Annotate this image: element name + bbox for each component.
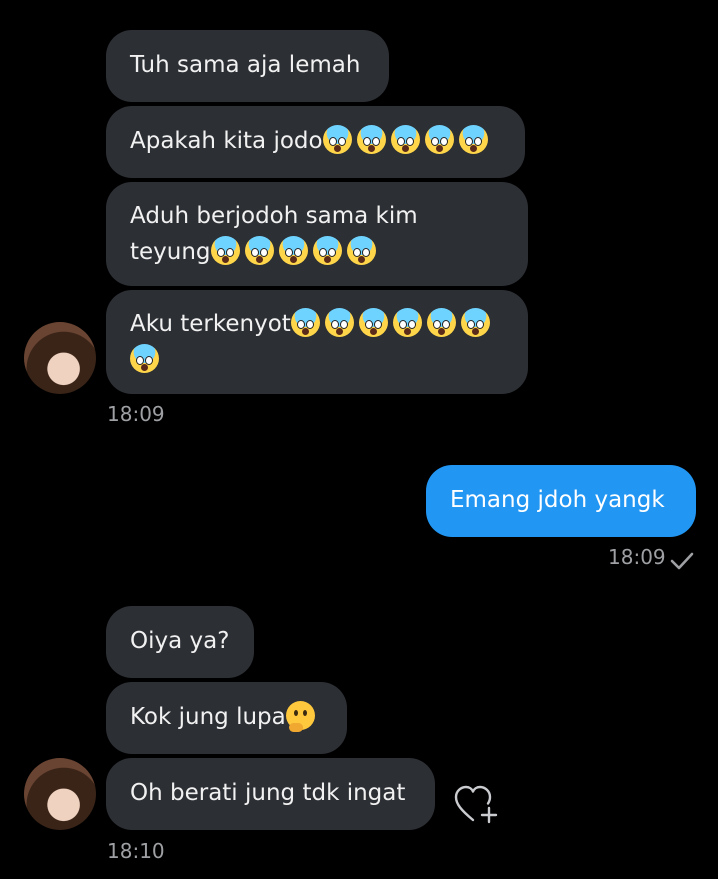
- message-timestamp: 18:10: [107, 839, 165, 863]
- thinking-emoji-icon: [285, 701, 315, 732]
- received-message[interactable]: Apakah kita jodo: [106, 106, 525, 178]
- scream-emoji-icon: [346, 236, 376, 265]
- message-text-line: Aduh berjodoh sama kim: [130, 203, 418, 229]
- contact-avatar[interactable]: [24, 758, 96, 830]
- received-message[interactable]: Aduh berjodoh sama kim teyung: [106, 182, 528, 286]
- scream-emoji-icon: [358, 308, 388, 337]
- check-icon: [670, 552, 694, 570]
- contact-avatar[interactable]: [24, 322, 96, 394]
- scream-emoji-icon: [244, 236, 274, 265]
- scream-emoji-icon: [324, 308, 354, 337]
- message-text: Tuh sama aja lemah: [130, 52, 361, 78]
- message-text: Oiya ya?: [130, 628, 230, 654]
- received-message[interactable]: Oiya ya?: [106, 606, 254, 678]
- message-text: Oh berati jung tdk ingat: [130, 780, 406, 806]
- received-message[interactable]: Kok jung lupa: [106, 682, 347, 754]
- scream-emoji-icon: [390, 125, 420, 154]
- message-text: Apakah kita jodo: [130, 128, 323, 154]
- scream-emoji-icon: [130, 344, 159, 373]
- message-text: Aku terkenyot: [130, 311, 291, 337]
- received-message[interactable]: Tuh sama aja lemah: [106, 30, 389, 102]
- sent-message[interactable]: Emang jdoh yangk: [426, 465, 696, 537]
- message-text: Kok jung lupa: [130, 704, 286, 730]
- scream-emoji-icon: [424, 125, 454, 154]
- heart-plus-icon[interactable]: [453, 784, 501, 828]
- scream-emoji-icon: [356, 125, 386, 154]
- scream-emoji-icon: [278, 236, 308, 265]
- message-timestamp: 18:09: [608, 545, 666, 569]
- message-timestamp: 18:09: [107, 402, 165, 426]
- scream-emoji-icon: [458, 125, 488, 154]
- scream-emoji-icon: [392, 308, 422, 337]
- message-text: Emang jdoh yangk: [450, 487, 665, 513]
- message-text: teyung: [130, 239, 211, 265]
- scream-emoji-icon: [290, 308, 320, 337]
- scream-emoji-icon: [210, 236, 240, 265]
- received-message[interactable]: Oh berati jung tdk ingat: [106, 758, 435, 830]
- scream-emoji-icon: [322, 125, 352, 154]
- received-message[interactable]: Aku terkenyot: [106, 290, 528, 394]
- scream-emoji-icon: [312, 236, 342, 265]
- scream-emoji-icon: [460, 308, 490, 337]
- scream-emoji-icon: [426, 308, 456, 337]
